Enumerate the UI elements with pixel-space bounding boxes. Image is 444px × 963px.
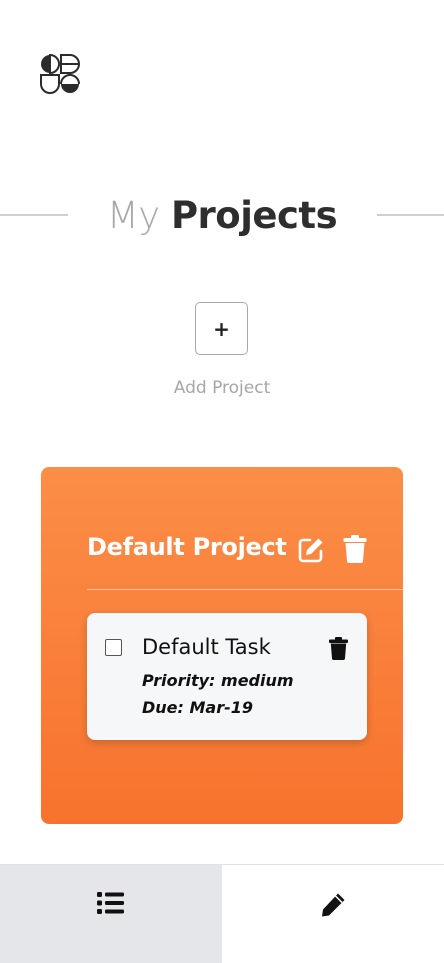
task-due: Due: Mar-19 xyxy=(142,698,253,717)
trash-icon[interactable] xyxy=(343,535,367,563)
task-title: Default Task xyxy=(142,635,271,659)
list-icon xyxy=(97,891,125,963)
task-card: Default Task Priority: medium Due: Mar-1… xyxy=(87,613,367,740)
pencil-icon xyxy=(319,891,347,963)
task-checkbox[interactable] xyxy=(105,639,122,656)
nav-tab-projects[interactable] xyxy=(0,865,222,963)
task-due-value: Mar-19 xyxy=(189,698,254,717)
task-priority: Priority: medium xyxy=(142,671,294,690)
trash-icon[interactable] xyxy=(329,637,348,660)
page-header: My Projects xyxy=(0,192,444,240)
logo-icon xyxy=(40,53,80,94)
task-priority-label: Priority: xyxy=(142,671,216,690)
page-title-light: My xyxy=(106,194,160,237)
edit-icon[interactable] xyxy=(297,536,325,564)
project-card: Default Project Default Task Priority: m… xyxy=(41,467,403,824)
task-due-label: Due: xyxy=(142,698,184,717)
page-title-bold: Projects xyxy=(170,194,338,237)
project-name: Default Project xyxy=(87,533,287,561)
add-project-button[interactable]: + xyxy=(195,302,248,355)
project-divider xyxy=(87,589,403,590)
bottom-nav xyxy=(0,864,444,963)
page-title: My Projects xyxy=(0,192,444,240)
task-priority-value: medium xyxy=(221,671,294,690)
add-project-label: Add Project xyxy=(173,378,271,398)
nav-tab-edit[interactable] xyxy=(222,865,444,963)
title-divider-right xyxy=(377,214,444,216)
